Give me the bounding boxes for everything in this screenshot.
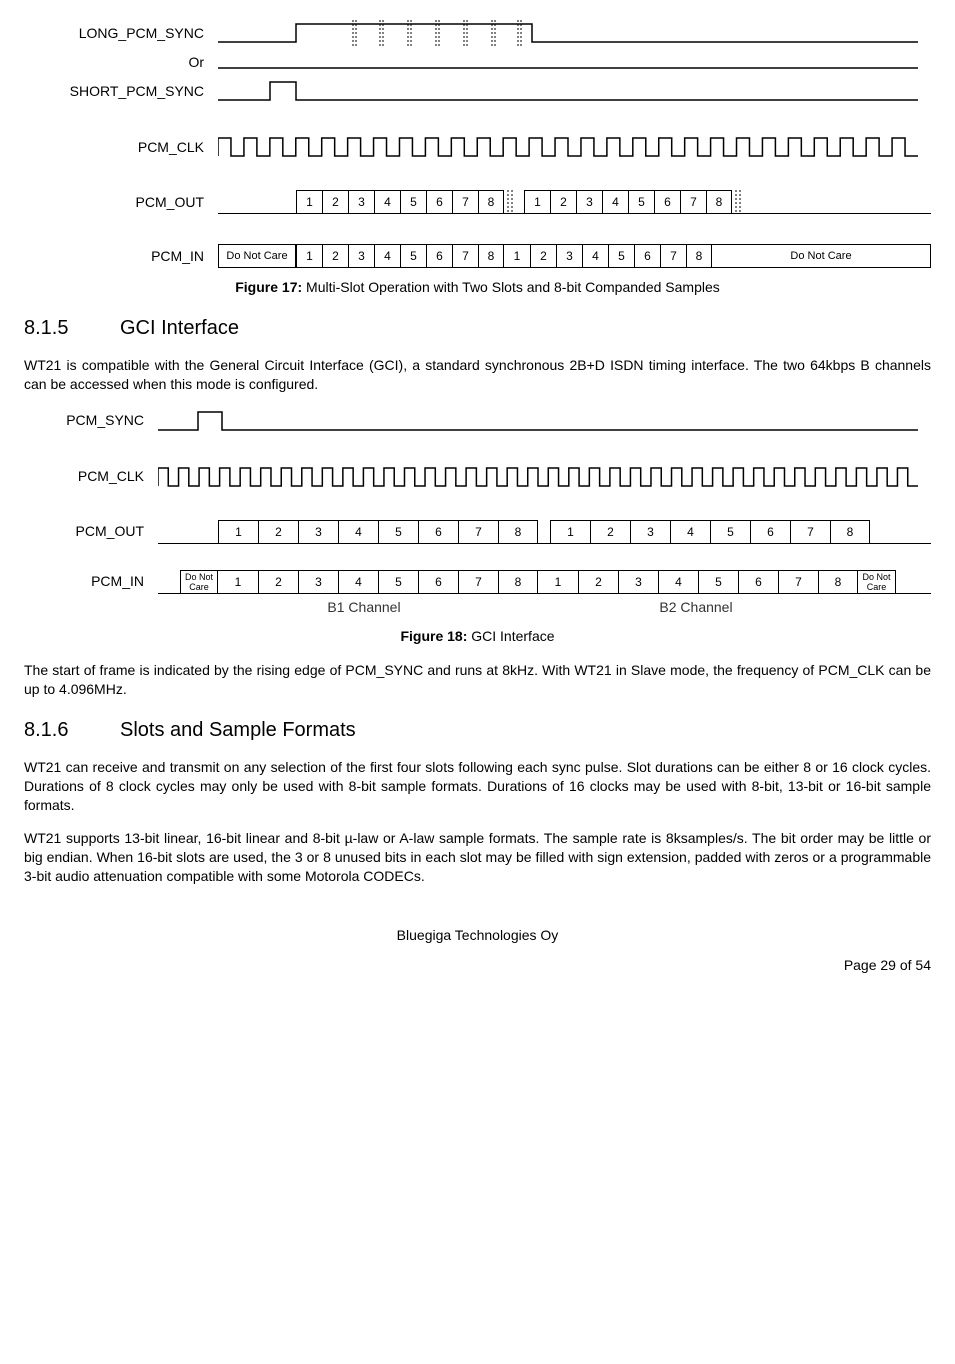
- pcm-clk-wave-18: [158, 464, 918, 490]
- pcm-clk-label-17: PCM_CLK: [24, 138, 218, 157]
- long-sync-wave: [218, 20, 918, 46]
- pcm-in-label-17: PCM_IN: [24, 247, 218, 266]
- footer-company: Bluegiga Technologies Oy: [24, 926, 931, 945]
- pcm-out-boxes-18: 1 2 3 4 5 6 7 8 1 2 3 4 5 6 7 8: [158, 520, 931, 544]
- pcm-sync-wave-18: [158, 408, 918, 434]
- figure18-caption: Figure 18: GCI Interface: [24, 627, 931, 646]
- pcm-in-boxes-17: Do Not Care 1 2 3 4 5 6 7 8 1 2 3 4 5 6 …: [218, 244, 931, 268]
- figure17-caption: Figure 17: Multi-Slot Operation with Two…: [24, 278, 931, 297]
- pcm-in-label-18: PCM_IN: [24, 572, 158, 591]
- or-label: Or: [24, 53, 218, 72]
- section-8-1-6-p1: WT21 can receive and transmit on any sel…: [24, 758, 931, 815]
- channel-labels: B1 Channel B2 Channel: [24, 598, 931, 617]
- pcm-clk-wave-17: [218, 134, 918, 160]
- footer-page: Page 29 of 54: [24, 956, 931, 975]
- section-8-1-5-p1: WT21 is compatible with the General Circ…: [24, 356, 931, 394]
- pcm-sync-label-18: PCM_SYNC: [24, 411, 158, 430]
- section-8-1-5-heading: 8.1.5GCI Interface: [24, 315, 931, 342]
- short-sync-label: SHORT_PCM_SYNC: [24, 82, 218, 101]
- long-sync-label: LONG_PCM_SYNC: [24, 24, 218, 43]
- pcm-out-boxes-17: 1 2 3 4 5 6 7 8 1 2 3 4 5 6 7 8: [218, 190, 931, 214]
- pcm-in-boxes-18: Do Not Care 1 2 3 4 5 6 7 8 1 2 3 4 5 6 …: [158, 570, 931, 594]
- pcm-clk-label-18: PCM_CLK: [24, 467, 158, 486]
- or-line: [218, 52, 918, 72]
- section-8-1-6-p2: WT21 supports 13-bit linear, 16-bit line…: [24, 829, 931, 886]
- pcm-out-label-17: PCM_OUT: [24, 193, 218, 212]
- section-8-1-6-heading: 8.1.6Slots and Sample Formats: [24, 717, 931, 744]
- figure18-timing: PCM_SYNC PCM_CLK PCM_OUT 1 2 3 4 5 6: [24, 408, 931, 617]
- figure17-timing: LONG_PCM_SYNC Or SHORT_PCM_SYN: [24, 20, 931, 268]
- fig18-after-p: The start of frame is indicated by the r…: [24, 661, 931, 699]
- pcm-out-label-18: PCM_OUT: [24, 522, 158, 541]
- short-sync-wave: [218, 78, 918, 104]
